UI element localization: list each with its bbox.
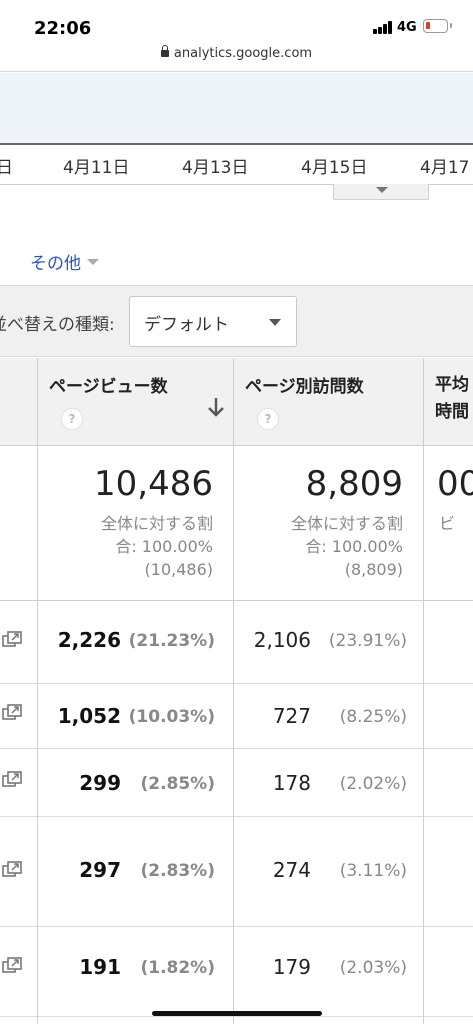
unique-pageviews-value: 179 (272, 955, 311, 979)
column-header-pageviews[interactable]: ページビュー数 ? (37, 358, 233, 446)
date-axis: 日 4月11日 4月13日 4月15日 4月17 (0, 147, 473, 185)
unique-pageviews-percent: (8.25%) (339, 707, 407, 727)
expand-chart-button[interactable] (333, 184, 429, 200)
date-label: 4月15日 (301, 158, 368, 178)
column-header-avg-time[interactable]: 平均 時間 (423, 358, 473, 446)
pageviews-value: 1,052 (57, 704, 121, 728)
battery-icon (423, 19, 452, 33)
column-divider (423, 358, 424, 1024)
table-row[interactable]: 1,052 (10.03%) 727 (8.25%) (0, 684, 473, 749)
other-menu-link[interactable]: その他 (30, 249, 99, 274)
total-share: 全体に対する割 合: 100.00% (10,486) (100, 514, 213, 579)
chart-area (0, 73, 473, 145)
open-page-icon[interactable] (0, 704, 24, 724)
total-value: 00 (437, 464, 473, 504)
sort-type-select[interactable]: デフォルト (129, 296, 297, 347)
sort-descending-icon[interactable] (207, 396, 225, 418)
column-divider (37, 358, 38, 1024)
total-value: 10,486 (94, 464, 213, 504)
dropdown-arrow-icon (269, 319, 281, 326)
home-indicator[interactable] (152, 1011, 322, 1016)
column-header-unique-pageviews[interactable]: ページ別訪問数 ? (233, 358, 423, 446)
column-divider (233, 358, 234, 1024)
column-header-label: 平均 時間 (435, 375, 469, 422)
url-text: analytics.google.com (173, 46, 313, 61)
total-value: 8,809 (305, 464, 403, 504)
date-label: 4月11日 (63, 158, 130, 178)
table-row[interactable]: 191 (1.82%) 179 (2.03%) (0, 927, 473, 1017)
total-share: ビ (439, 514, 456, 533)
table-row[interactable]: 297 (2.83%) 274 (3.11%) (0, 817, 473, 927)
address-bar[interactable]: analytics.google.com (0, 45, 473, 61)
chevron-down-icon (376, 187, 388, 193)
pageviews-value: 297 (79, 858, 121, 882)
total-pageviews: 10,486 全体に対する割 合: 100.00% (10,486) (37, 446, 233, 601)
pageviews-value: 2,226 (57, 628, 121, 652)
sort-bar: 並べ替えの種類: デフォルト (0, 285, 473, 357)
other-label: その他 (30, 254, 81, 274)
pageviews-percent: (2.85%) (140, 774, 215, 794)
unique-pageviews-value: 2,106 (253, 628, 311, 652)
unique-pageviews-percent: (2.02%) (339, 774, 407, 794)
table-row[interactable]: 299 (2.85%) 178 (2.02%) (0, 749, 473, 817)
lock-icon (160, 45, 169, 57)
unique-pageviews-percent: (2.03%) (339, 958, 407, 978)
total-avg-time: 00 ビ (423, 446, 473, 601)
unique-pageviews-percent: (3.11%) (339, 861, 407, 881)
status-bar: 22:06 4G analytics.google.com (0, 0, 473, 72)
pageviews-percent: (2.83%) (140, 861, 215, 881)
unique-pageviews-value: 727 (272, 704, 311, 728)
unique-pageviews-percent: (23.91%) (328, 631, 407, 651)
total-unique-pageviews: 8,809 全体に対する割 合: 100.00% (8,809) (233, 446, 423, 601)
date-label: 4月13日 (182, 158, 249, 178)
sort-type-value: デフォルト (144, 315, 229, 335)
unique-pageviews-value: 178 (272, 771, 311, 795)
column-header-label: ページビュー数 (49, 377, 168, 397)
total-share: 全体に対する割 合: 100.00% (8,809) (290, 514, 403, 579)
pageviews-percent: (21.23%) (128, 631, 215, 651)
totals-row: 10,486 全体に対する割 合: 100.00% (10,486) 8,809 全… (0, 446, 473, 601)
help-icon[interactable]: ? (61, 408, 83, 430)
caret-down-icon (87, 259, 99, 265)
table-header: ページビュー数 ? ページ別訪問数 ? 平均 時間 (0, 358, 473, 446)
pageviews-value: 191 (79, 955, 121, 979)
column-header-label: ページ別訪問数 (245, 377, 364, 397)
pageviews-percent: (10.03%) (128, 707, 215, 727)
network-type: 4G (397, 20, 417, 35)
status-time: 22:06 (34, 18, 92, 39)
table-row[interactable]: 2,226 (21.23%) 2,106 (23.91%) (0, 601, 473, 684)
pageviews-percent: (1.82%) (140, 958, 215, 978)
data-table: ページビュー数 ? ページ別訪問数 ? 平均 時間 10,486 全体に対する割合… (0, 358, 473, 1024)
open-page-icon[interactable] (0, 631, 24, 651)
sort-type-label: 並べ替えの種類: (0, 315, 115, 335)
open-page-icon[interactable] (0, 861, 24, 881)
signal-icon (373, 21, 393, 34)
pageviews-value: 299 (79, 771, 121, 795)
open-page-icon[interactable] (0, 957, 24, 977)
open-page-icon[interactable] (0, 771, 24, 791)
help-icon[interactable]: ? (257, 408, 279, 430)
date-label: 4月17 (420, 158, 470, 178)
unique-pageviews-value: 274 (272, 858, 311, 882)
date-label: 日 (0, 158, 13, 178)
